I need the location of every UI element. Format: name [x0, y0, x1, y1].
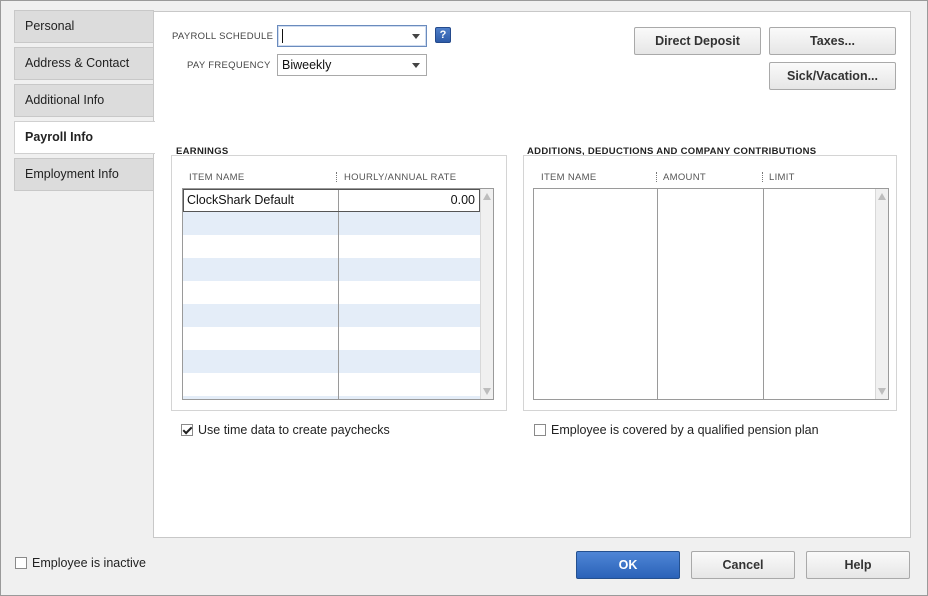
earnings-item-name-cell[interactable]: ClockShark Default: [187, 189, 294, 211]
use-time-data-label[interactable]: Use time data to create paychecks: [198, 423, 390, 437]
table-row-selected[interactable]: ClockShark Default 0.00: [183, 189, 480, 212]
text-cursor: [282, 29, 283, 43]
chevron-down-icon: [412, 63, 420, 68]
tab-personal[interactable]: Personal: [14, 10, 154, 43]
column-separator[interactable]: [656, 172, 657, 182]
column-divider: [763, 189, 764, 399]
employee-payroll-dialog: Personal Address & Contact Additional In…: [0, 0, 928, 596]
tab-additional-info[interactable]: Additional Info: [14, 84, 154, 117]
additions-col-item-name: ITEM NAME: [541, 172, 597, 183]
chevron-down-icon: [412, 34, 420, 39]
sick-vacation-button[interactable]: Sick/Vacation...: [769, 62, 896, 90]
column-separator[interactable]: [336, 172, 337, 182]
earnings-col-item-name: ITEM NAME: [189, 172, 245, 183]
ok-button[interactable]: OK: [576, 551, 680, 579]
earnings-scrollbar[interactable]: [480, 189, 493, 399]
column-divider: [338, 190, 339, 211]
earnings-grid[interactable]: ClockShark Default 0.00: [182, 188, 494, 400]
tab-employment-info[interactable]: Employment Info: [14, 158, 154, 191]
scroll-up-icon[interactable]: [483, 193, 491, 200]
additions-col-limit: LIMIT: [769, 172, 795, 183]
payroll-schedule-label: PAYROLL SCHEDULE: [172, 31, 274, 42]
tab-address-contact[interactable]: Address & Contact: [14, 47, 154, 80]
scroll-down-icon[interactable]: [878, 388, 886, 395]
scroll-up-icon[interactable]: [878, 193, 886, 200]
scroll-down-icon[interactable]: [483, 388, 491, 395]
earnings-col-rate: HOURLY/ANNUAL RATE: [344, 172, 457, 183]
additions-col-amount: AMOUNT: [663, 172, 706, 183]
employee-inactive-checkbox[interactable]: [15, 557, 27, 569]
additions-group: ITEM NAME AMOUNT LIMIT: [523, 155, 897, 411]
earnings-group: ITEM NAME HOURLY/ANNUAL RATE ClockShark …: [171, 155, 507, 411]
pension-plan-label[interactable]: Employee is covered by a qualified pensi…: [551, 423, 819, 437]
payroll-schedule-dropdown[interactable]: [277, 25, 427, 47]
direct-deposit-button[interactable]: Direct Deposit: [634, 27, 761, 55]
column-divider: [338, 189, 339, 399]
additions-grid[interactable]: [533, 188, 889, 400]
payroll-info-panel: PAYROLL SCHEDULE ? PAY FREQUENCY Biweekl…: [153, 11, 911, 538]
use-time-data-checkbox[interactable]: [181, 424, 193, 436]
tab-payroll-info[interactable]: Payroll Info: [14, 121, 155, 154]
additions-scrollbar[interactable]: [875, 189, 888, 399]
column-separator[interactable]: [762, 172, 763, 182]
cancel-button[interactable]: Cancel: [691, 551, 795, 579]
pay-frequency-value: Biweekly: [282, 58, 332, 72]
payroll-schedule-help-button[interactable]: ?: [435, 27, 451, 43]
taxes-button[interactable]: Taxes...: [769, 27, 896, 55]
pension-plan-checkbox[interactable]: [534, 424, 546, 436]
employee-inactive-label[interactable]: Employee is inactive: [32, 556, 146, 570]
column-divider: [657, 189, 658, 399]
help-button[interactable]: Help: [806, 551, 910, 579]
earnings-rate-cell[interactable]: 0.00: [451, 189, 475, 211]
pay-frequency-dropdown[interactable]: Biweekly: [277, 54, 427, 76]
pay-frequency-label: PAY FREQUENCY: [187, 60, 271, 71]
